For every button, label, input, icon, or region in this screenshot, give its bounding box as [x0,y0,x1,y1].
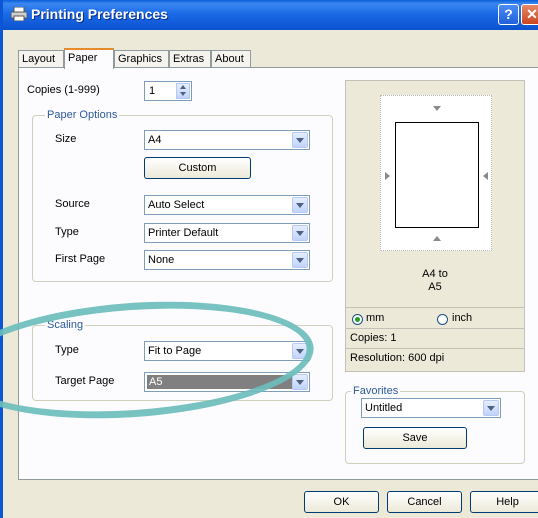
arrow-left-icon [483,172,488,180]
cancel-button[interactable]: Cancel [387,491,462,513]
first-page-value: None [148,254,175,266]
tab-extras[interactable]: Extras [169,50,211,68]
preview-panel: A4 to A5 mm inch Copies: 1 Resolution: 6… [345,80,525,372]
tab-about[interactable]: About [211,50,251,68]
save-button[interactable]: Save [363,427,467,449]
close-title-button[interactable]: ✕ [521,4,538,25]
chevron-down-icon[interactable] [292,225,308,241]
copies-label: Copies (1-999) [27,84,100,96]
scaling-type-dropdown[interactable]: Fit to Page [144,341,310,361]
copies-info: Copies: 1 [350,332,397,344]
arrow-up-icon [433,236,441,241]
favorites-dropdown[interactable]: Untitled [361,398,501,418]
chevron-down-icon[interactable] [292,197,308,213]
tab-paper[interactable]: Paper [64,48,114,69]
resolution-info: Resolution: 600 dpi [350,352,445,364]
favorites-title: Favorites [351,385,401,397]
copies-spinner[interactable]: 1 [144,81,192,101]
mm-radio[interactable] [352,314,363,325]
source-label: Source [55,198,90,210]
inch-radio[interactable] [437,314,448,325]
source-value: Auto Select [148,199,205,211]
custom-button[interactable]: Custom [144,157,251,179]
first-page-dropdown[interactable]: None [144,250,310,270]
divider [346,348,524,349]
help-title-button[interactable]: ? [498,4,519,25]
paper-options-title: Paper Options [45,109,120,121]
first-page-label: First Page [55,253,106,265]
preview-scale-to: A5 [428,281,442,293]
arrow-down-icon [433,106,441,111]
title-bar: Printing Preferences ? ✕ [3,0,538,30]
chevron-down-icon[interactable] [292,343,308,359]
chevron-down-icon[interactable] [292,374,308,390]
size-value: A4 [148,134,162,146]
arrow-right-icon [385,172,390,180]
mm-label: mm [366,312,385,324]
source-dropdown[interactable]: Auto Select [144,195,310,215]
help-button[interactable]: Help [470,491,538,513]
tab-graphics[interactable]: Graphics [114,50,169,68]
chevron-down-icon[interactable] [292,252,308,268]
copies-value: 1 [149,85,156,97]
type-label: Type [55,226,79,238]
size-label: Size [55,133,77,145]
chevron-down-icon[interactable] [292,132,308,148]
target-page-label: Target Page [55,375,115,387]
divider [346,307,524,308]
size-dropdown[interactable]: A4 [144,130,310,150]
target-page-dropdown[interactable]: A5 [144,372,310,392]
window-title: Printing Preferences [31,6,168,22]
target-page-value: A5 [147,375,296,389]
chevron-down-icon[interactable] [483,400,499,416]
tab-layout[interactable]: Layout [18,50,64,68]
scaling-type-value: Fit to Page [148,345,202,357]
paper-type-dropdown[interactable]: Printer Default [144,223,310,243]
favorites-value: Untitled [365,402,403,414]
scaling-title: Scaling [45,319,86,331]
inch-label: inch [452,312,473,324]
scaling-type-label: Type [55,344,79,356]
spin-arrows-icon[interactable] [176,83,190,99]
paper-type-value: Printer Default [148,227,219,239]
printing-preferences-window: Printing Preferences ? ✕ Layout Paper Gr… [0,0,538,518]
printer-icon [11,7,27,21]
ok-button[interactable]: OK [304,491,379,513]
preview-scale-from: A4 to [422,268,448,280]
paper-sheet [395,122,479,228]
divider [346,328,524,329]
preview-area [380,95,492,251]
